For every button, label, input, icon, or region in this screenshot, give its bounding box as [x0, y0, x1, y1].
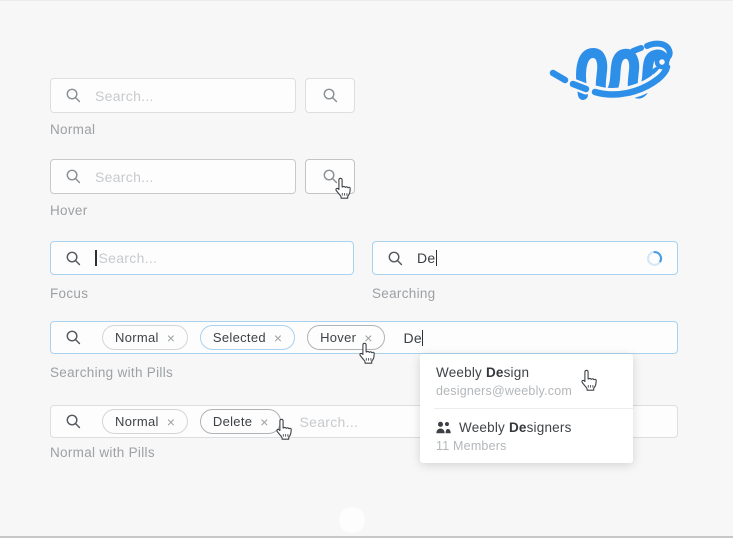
- search-input-focus[interactable]: Search...: [50, 241, 354, 275]
- search-input-normal[interactable]: Search...: [50, 78, 296, 113]
- hand-cursor-icon: [580, 369, 599, 392]
- search-input-searching[interactable]: De: [372, 241, 678, 275]
- hand-cursor-icon: [334, 177, 353, 200]
- orbit-satellite: [657, 57, 667, 67]
- search-icon: [322, 87, 339, 104]
- search-button-normal[interactable]: [305, 78, 355, 113]
- result-subtitle: 11 Members: [436, 439, 617, 453]
- search-input-hover[interactable]: Search...: [50, 159, 296, 194]
- state-label-searching: Searching: [372, 286, 436, 301]
- search-icon: [387, 250, 404, 267]
- state-label-hover: Hover: [50, 203, 88, 218]
- text-caret: [436, 250, 438, 266]
- search-icon: [65, 87, 82, 104]
- result-title: Weebly Designers: [459, 420, 572, 435]
- search-placeholder: Search...: [95, 88, 154, 104]
- pill-normal[interactable]: Normal ×: [102, 325, 188, 350]
- state-label-focus: Focus: [50, 286, 88, 301]
- search-icon: [65, 250, 82, 267]
- hand-cursor-icon: [358, 342, 377, 365]
- weebly-logo: [548, 29, 698, 124]
- search-query-text: De: [417, 250, 436, 266]
- search-icon: [65, 168, 82, 185]
- state-label-normal: Normal: [50, 122, 95, 137]
- pill-close-icon[interactable]: ×: [274, 331, 282, 345]
- weebly-search-states-canvas: Search... Normal Search... Hover Search.…: [0, 0, 733, 538]
- state-label-searching-with-pills: Searching with Pills: [50, 365, 173, 380]
- search-placeholder: Search...: [299, 414, 358, 430]
- hand-cursor-icon: [275, 418, 294, 441]
- pill-close-icon[interactable]: ×: [167, 331, 175, 345]
- search-query-text: De: [403, 330, 422, 346]
- pill-normal[interactable]: Normal ×: [102, 409, 188, 434]
- pill-delete[interactable]: Delete ×: [200, 409, 282, 434]
- pill-close-icon[interactable]: ×: [260, 415, 268, 429]
- dropdown-item-weebly-design[interactable]: Weebly Design designers@weebly.com: [420, 354, 633, 408]
- state-label-normal-with-pills: Normal with Pills: [50, 445, 155, 460]
- faint-watermark: [339, 507, 365, 533]
- loading-spinner-icon: [646, 250, 663, 267]
- people-icon: [436, 421, 451, 434]
- search-results-dropdown: Weebly Design designers@weebly.com Weebl…: [420, 354, 633, 463]
- text-caret: [95, 250, 97, 266]
- text-caret: [422, 330, 424, 346]
- search-placeholder: Search...: [99, 250, 158, 266]
- search-placeholder: Search...: [95, 169, 154, 185]
- dropdown-item-weebly-designers[interactable]: Weebly Designers 11 Members: [420, 409, 633, 463]
- pill-close-icon[interactable]: ×: [167, 415, 175, 429]
- search-icon: [65, 329, 82, 346]
- search-icon: [65, 413, 82, 430]
- pill-selected[interactable]: Selected ×: [200, 325, 295, 350]
